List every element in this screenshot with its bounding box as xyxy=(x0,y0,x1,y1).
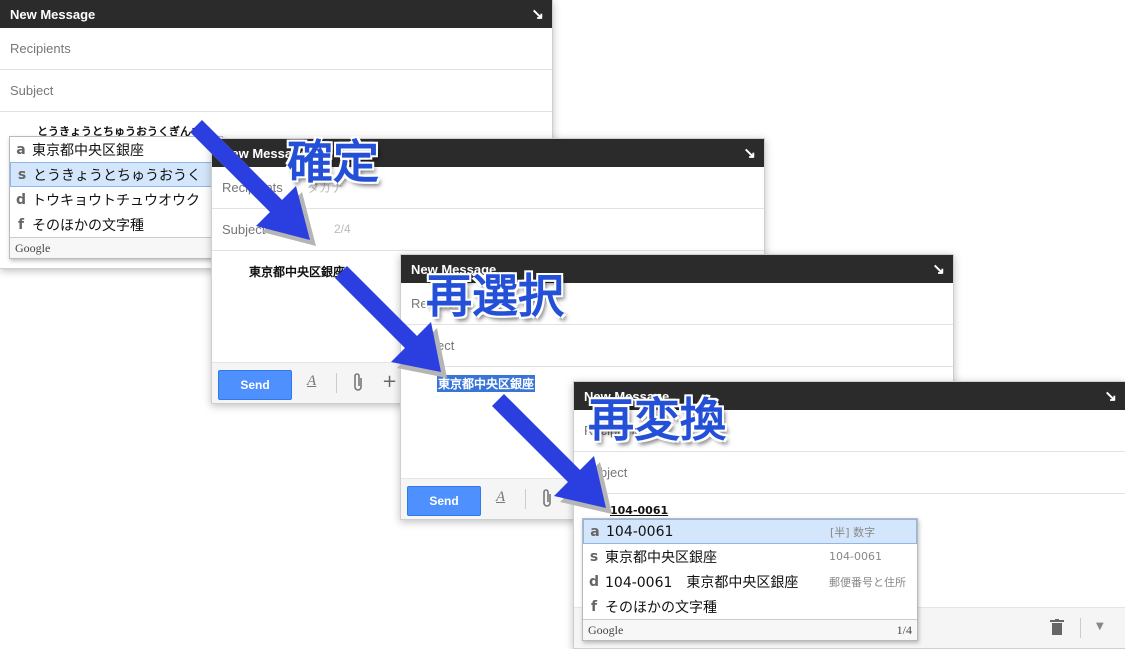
ime-footer: Google 1/4 xyxy=(583,619,917,640)
subject-field[interactable]: Subject xyxy=(401,325,953,367)
ime-candidate-s[interactable]: s 東京都中央区銀座 104-0061 xyxy=(583,544,917,569)
candidate-key: d xyxy=(588,573,600,590)
candidate-key: s xyxy=(589,548,599,565)
recipients-field[interactable]: Recipients xyxy=(0,28,552,70)
candidate-description: 104-0061 xyxy=(829,550,882,563)
ime-candidate-d[interactable]: d 104-0061 東京都中央区銀座 郵便番号と住所 xyxy=(583,569,917,594)
trash-icon[interactable] xyxy=(1050,619,1064,640)
candidate-description: 郵便番号と住所 xyxy=(829,575,906,589)
candidate-key: d xyxy=(15,191,27,208)
subject-field[interactable]: Subject xyxy=(574,452,1125,494)
chevron-down-icon[interactable]: ▼ xyxy=(1096,621,1104,632)
candidate-text: 104-0061 東京都中央区銀座 xyxy=(605,574,799,591)
window-title: New Message xyxy=(10,6,96,22)
expand-icon[interactable]: ↘ xyxy=(743,144,756,162)
toolbar-divider xyxy=(1080,618,1081,638)
candidate-page-count: 1/4 xyxy=(896,622,912,637)
label-reselect: 再選択 xyxy=(426,269,564,323)
expand-icon[interactable]: ↘ xyxy=(531,5,544,23)
send-button[interactable]: Send xyxy=(407,486,481,516)
candidate-key: f xyxy=(590,598,598,615)
committed-text: 東京都中央区銀座 xyxy=(249,265,346,279)
label-reconvert: 再変換 xyxy=(588,393,726,447)
candidate-text: 東京都中央区銀座 xyxy=(32,142,144,159)
formatting-icon[interactable]: A xyxy=(307,373,316,390)
candidate-text: 東京都中央区銀座 xyxy=(605,549,717,566)
subject-field[interactable]: Subject xyxy=(0,70,552,112)
ime-candidate-a[interactable]: a 104-0061 [半] 数字 xyxy=(583,519,917,544)
candidate-description: [半] 数字 xyxy=(830,525,876,539)
candidate-text: そのほかの文字種 xyxy=(605,599,717,616)
candidate-text: とうきょうとちゅうおうく xyxy=(33,167,201,184)
google-brand: Google xyxy=(588,622,624,637)
candidate-key: s xyxy=(17,166,27,183)
candidate-key: f xyxy=(17,216,25,233)
ime-candidate-window-2: a 104-0061 [半] 数字 s 東京都中央区銀座 104-0061 d … xyxy=(582,518,918,641)
candidate-text: そのほかの文字種 xyxy=(32,217,144,234)
candidate-key: a xyxy=(16,141,26,158)
send-button[interactable]: Send xyxy=(218,370,292,400)
google-brand: Google xyxy=(15,240,51,255)
candidate-text: トウキョウトチュウオウク xyxy=(32,192,200,209)
expand-icon[interactable]: ↘ xyxy=(932,260,945,278)
ime-candidate-f[interactable]: f そのほかの文字種 xyxy=(583,594,917,619)
expand-icon[interactable]: ↘ xyxy=(1104,387,1117,405)
ghost-count: 2/4 xyxy=(334,222,351,236)
compose-titlebar: New Message ↘ xyxy=(0,0,552,28)
label-confirm: 確定 xyxy=(287,135,379,189)
